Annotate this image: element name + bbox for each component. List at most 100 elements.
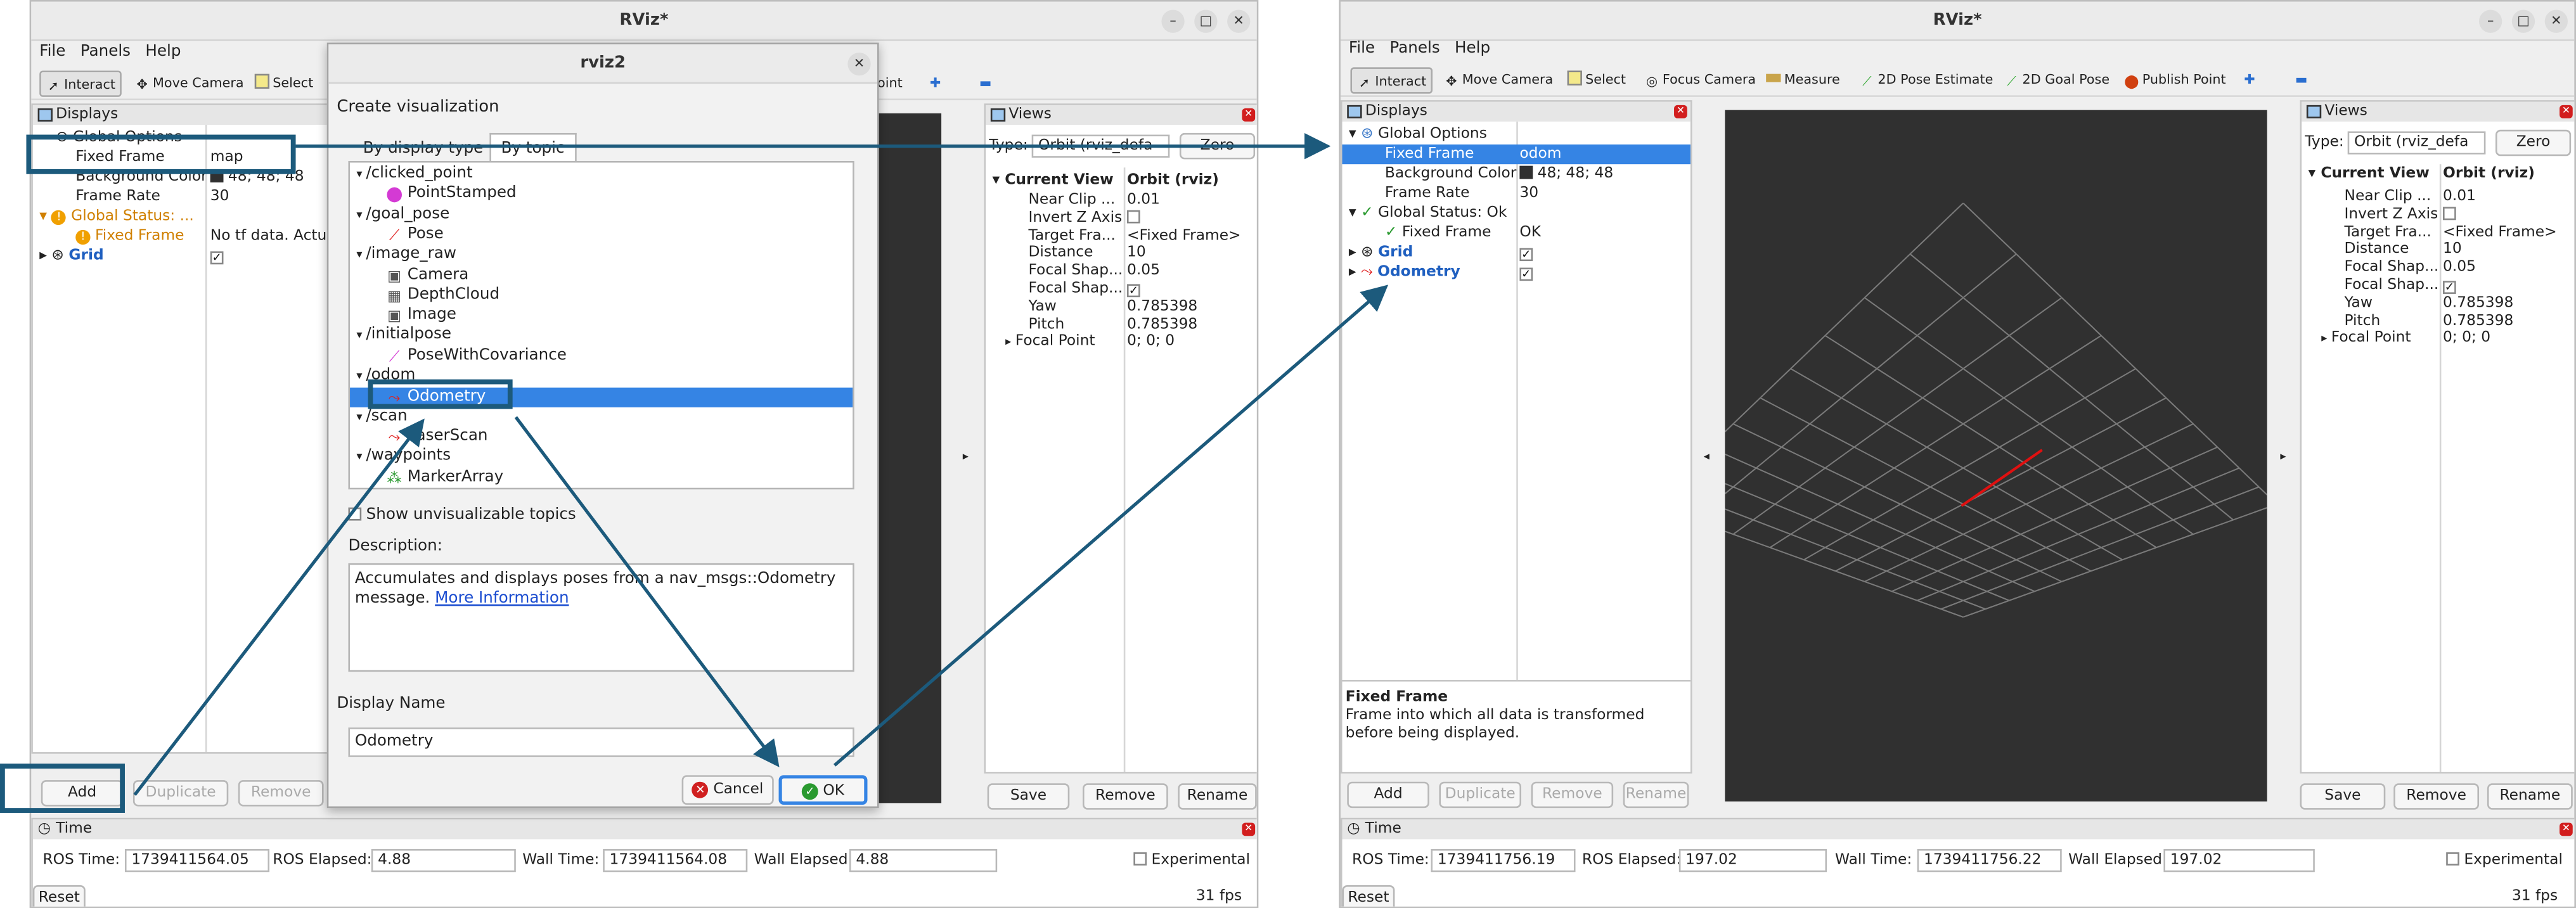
current-view-row[interactable]: ▾ Current View Orbit (rviz) [986,171,1257,191]
show-unvisualizable-checkbox[interactable]: Show unvisualizable topics [348,506,576,524]
ros-elapsed-field[interactable]: 197.02 [1678,848,1827,873]
views-rename-button[interactable]: Rename [2487,783,2573,810]
view-property-row[interactable]: Distance 10 [986,244,1257,264]
ros-elapsed-field[interactable]: 4.88 [371,848,516,873]
view-property-row[interactable]: Invert Z Axis [986,208,1257,228]
topic-group[interactable]: ▾ /image_raw [356,245,456,265]
interact-tool[interactable]: ➚ Interact [1350,67,1433,94]
wall-time-field[interactable]: 1739411564.08 [603,848,748,873]
topic-group[interactable]: ▾ /clicked_point [356,164,472,184]
expand-icon[interactable]: ▾ [356,329,366,342]
view-property-checkbox[interactable]: ✓ [1126,284,1140,298]
experimental-checkbox[interactable]: Experimental [2446,852,2563,869]
view-property-row[interactable]: Yaw 0.785398 [2302,293,2574,313]
menu-help[interactable]: Help [145,42,181,61]
wall-elapsed-field[interactable]: 197.02 [2163,848,2315,873]
view-property-row[interactable]: Pitch 0.785398 [986,315,1257,335]
status-fixed-frame-row[interactable]: ✓ Fixed Frame OK [1343,223,1690,243]
view-property-row[interactable]: Yaw 0.785398 [986,297,1257,317]
topic-display-item[interactable]: ▦ DepthCloud [386,285,499,305]
2d-pose-estimate-tool[interactable]: ⟋ 2D Pose Estimate [1855,67,1998,93]
expand-icon[interactable]: ▸ [1005,333,1011,352]
close-time-icon[interactable]: ✕ [1242,822,1256,836]
view-property-row[interactable]: Invert Z Axis [2302,205,2574,224]
expand-icon[interactable]: ▾ [356,369,366,383]
frame-rate-row[interactable]: Frame Rate 30 [1343,184,1690,203]
view-type-select[interactable]: Orbit (rviz_defa [2347,131,2486,155]
zero-button[interactable]: Zero [1179,132,1256,160]
minimize-icon[interactable]: – [1161,10,1185,33]
view-property-row[interactable]: Focal Shap... ✓ [986,279,1257,299]
view-property-row[interactable]: Focal Shap... 0.05 [986,262,1257,281]
collapse-right-arrow[interactable]: ▸ [963,450,969,463]
reset-button[interactable]: Reset [32,885,86,907]
close-icon[interactable]: ✕ [1227,10,1251,33]
view-property-row[interactable]: ▸ Focal Point 0; 0; 0 [986,333,1257,352]
view-property-checkbox[interactable]: ✓ [2443,281,2456,294]
select-tool[interactable]: Select [250,70,318,96]
select-tool[interactable]: Select [1562,67,1631,93]
rename-button[interactable]: Rename [1623,781,1689,809]
plus-icon[interactable]: ✚ [925,70,946,96]
reset-button[interactable]: Reset [1342,885,1395,907]
minimize-icon[interactable]: – [2479,10,2502,33]
more-information-link[interactable]: More Information [435,589,569,608]
dialog-close-icon[interactable]: ✕ [847,52,871,76]
menu-file[interactable]: File [1349,39,1375,58]
close-time-icon[interactable]: ✕ [2560,822,2573,836]
topic-display-item[interactable]: ⬤ PointStamped [386,184,517,204]
2d-goal-pose-tool[interactable]: ⟋ 2D Goal Pose [1999,67,2115,93]
wall-elapsed-field[interactable]: 4.88 [849,848,998,873]
collapse-left-arrow[interactable]: ◂ [1704,450,1710,463]
ros-time-field[interactable]: 1739411564.05 [124,848,270,873]
topic-group[interactable]: ▾ /initialpose [356,326,451,345]
view-property-row[interactable]: Distance 10 [2302,240,2574,260]
close-displays-icon[interactable]: ✕ [1674,105,1687,118]
topic-display-item[interactable]: ▣ Camera [386,265,468,285]
topic-group[interactable]: ▾ /goal_pose [356,205,449,224]
grid-row[interactable]: ▸ ⊛ Grid ✓ [33,246,342,266]
ros-time-field[interactable]: 1739411756.19 [1431,848,1576,873]
views-save-button[interactable]: Save [987,783,1070,810]
views-remove-button[interactable]: Remove [2393,783,2480,810]
odometry-checkbox[interactable]: ✓ [1519,267,1533,281]
view-property-row[interactable]: Target Fra... <Fixed Frame> [2302,222,2574,242]
expand-icon[interactable]: ▾ [356,167,366,181]
experimental-checkbox[interactable]: Experimental [1133,852,1250,869]
view-property-row[interactable]: Near Clip ... 0.01 [986,191,1257,210]
topic-display-item[interactable]: ⤳ LaserScan [386,427,488,447]
minus-icon[interactable]: ▬ [974,70,996,96]
view-property-row[interactable]: Focal Shap... ✓ [2302,276,2574,295]
expand-icon[interactable]: ▸ [2321,329,2327,348]
view-property-row[interactable]: Pitch 0.785398 [2302,311,2574,331]
tab-by-display-type[interactable]: By display type [363,139,484,158]
topic-group[interactable]: ▾ /waypoints [356,447,451,466]
menu-panels[interactable]: Panels [1389,39,1439,58]
views-remove-button[interactable]: Remove [1082,783,1168,810]
grid-checkbox[interactable]: ✓ [210,251,224,265]
expand-icon[interactable]: ▾ [356,208,366,221]
view-type-select[interactable]: Orbit (rviz_defa [1031,134,1170,158]
view-property-row[interactable]: Near Clip ... 0.01 [2302,187,2574,207]
global-status-row[interactable]: ▾ ✓ Global Status: Ok [1343,203,1690,223]
current-view-row[interactable]: ▾ Current View Orbit (rviz) [2302,164,2574,184]
duplicate-button[interactable]: Duplicate [132,780,229,807]
plus-icon[interactable]: ✚ [2239,67,2260,93]
minus-icon[interactable]: ▬ [2290,67,2312,93]
background-color-row[interactable]: Background Color 48; 48; 48 [1343,164,1690,184]
interact-tool[interactable]: ➚ Interact [39,70,122,97]
wall-time-field[interactable]: 1739411756.22 [1917,848,2062,873]
maximize-icon[interactable]: □ [1194,10,1218,33]
cancel-button[interactable]: ✕ Cancel [681,775,774,805]
topic-display-item[interactable]: ⟋ Pose [386,225,444,245]
topic-display-item[interactable]: ⟋ PoseWithCovariance [386,346,567,366]
expand-icon[interactable]: ▾ [356,248,366,262]
display-name-input[interactable]: Odometry [348,727,854,757]
close-icon[interactable]: ✕ [2544,10,2568,33]
topic-display-item[interactable]: ⁂ MarkerArray [386,467,503,487]
expand-icon[interactable]: ▾ [356,451,366,464]
focus-camera-tool[interactable]: ◎ Focus Camera [1640,67,1761,93]
ok-button[interactable]: ✓ OK [778,775,868,805]
grid-checkbox[interactable]: ✓ [1519,248,1533,262]
render-view[interactable] [872,113,942,803]
